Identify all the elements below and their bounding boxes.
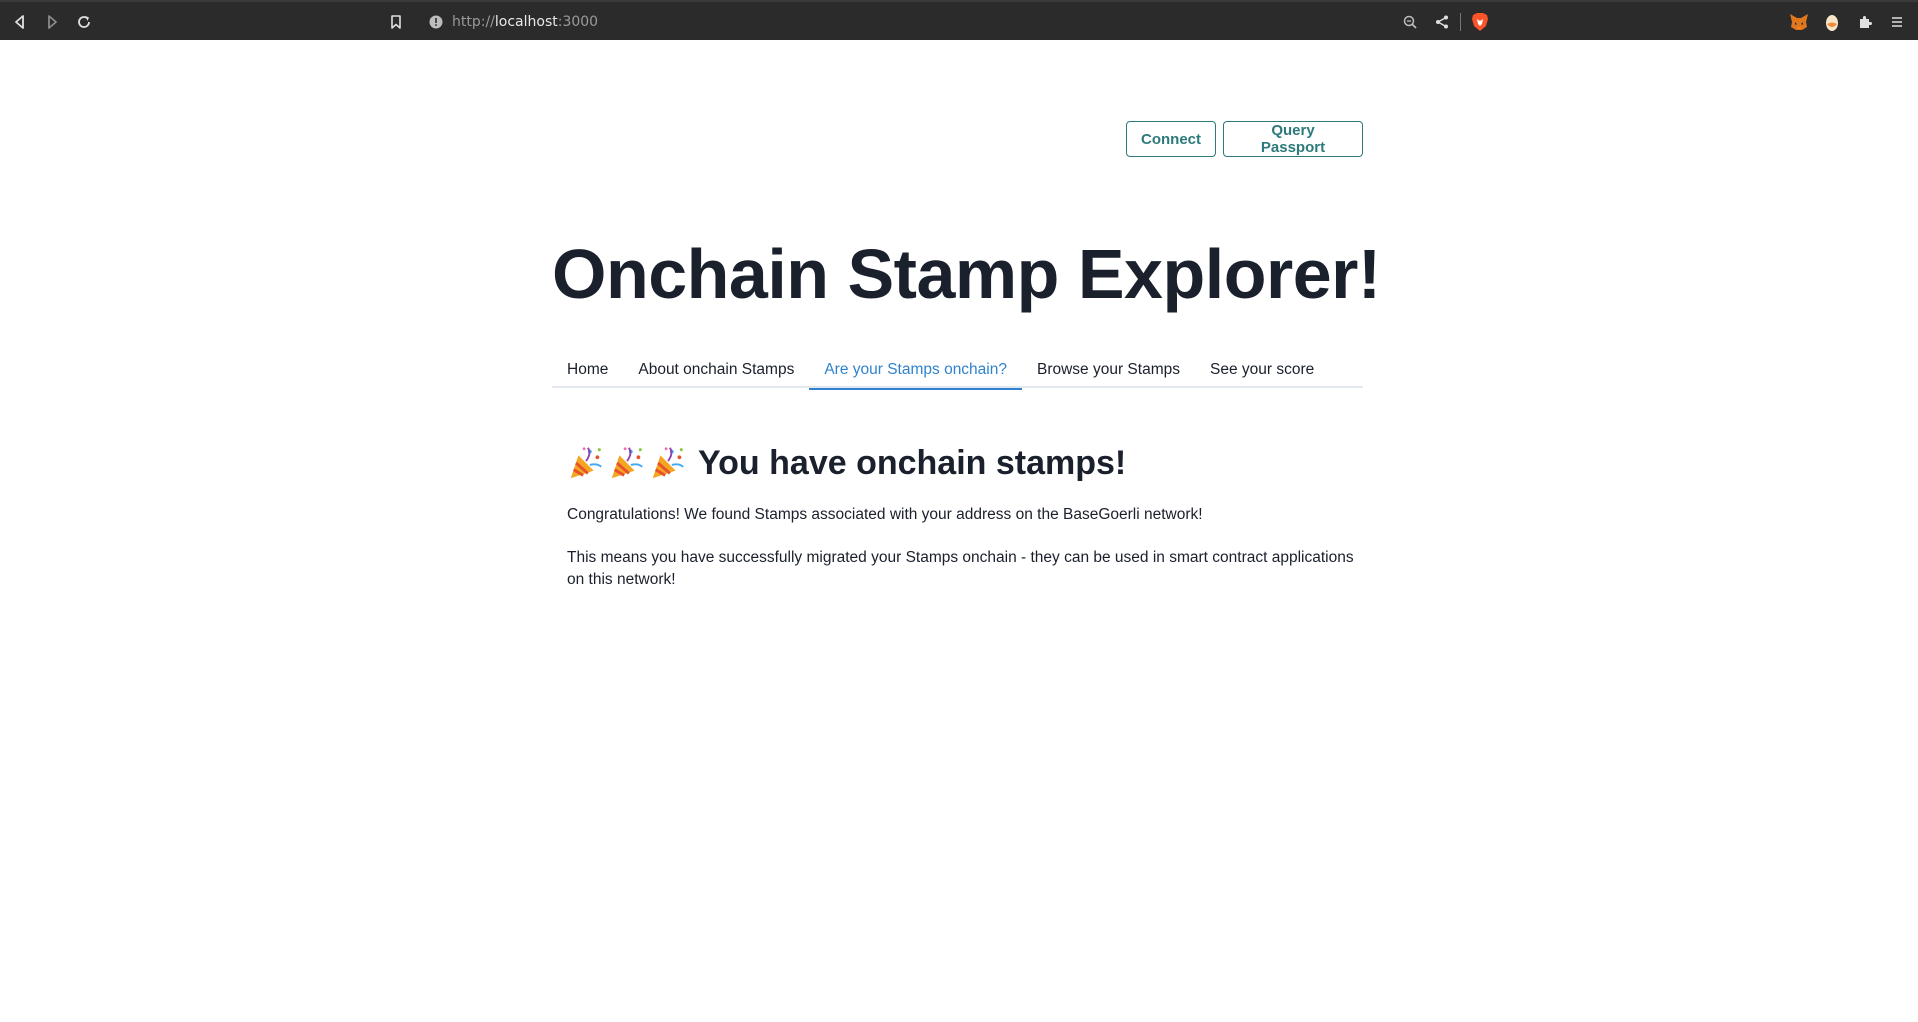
party-popper-icon [570,447,602,479]
address-bar[interactable]: http://localhost:3000 [452,11,598,33]
party-popper-icon [652,447,684,479]
toolbar-divider [1460,13,1461,31]
query-passport-button[interactable]: Query Passport [1223,121,1363,157]
extensions-puzzle-icon[interactable] [1853,10,1877,34]
share-icon[interactable] [1430,10,1454,34]
success-heading-text: You have onchain stamps! [698,444,1127,482]
tab-list: Home About onchain Stamps Are your Stamp… [552,352,1363,390]
tab-home[interactable]: Home [552,352,623,388]
party-popper-icon [611,447,643,479]
url-scheme: http:// [452,14,495,30]
tab-about-onchain-stamps[interactable]: About onchain Stamps [623,352,809,388]
url-port: :3000 [557,14,599,30]
party-emojis [567,444,690,482]
tab-panel: You have onchain stamps! Congratulations… [567,440,1357,591]
migration-info-text: This means you have successfully migrate… [567,549,1354,588]
reload-icon[interactable] [72,10,96,34]
page-title: Onchain Stamp Explorer! [552,235,1381,313]
site-info-icon[interactable] [424,10,448,34]
back-icon[interactable] [8,10,32,34]
success-heading: You have onchain stamps! [567,440,1357,486]
metamask-icon[interactable] [1788,12,1810,32]
menu-icon[interactable] [1885,10,1909,34]
url-host: localhost [494,14,558,30]
extension-egg-icon[interactable] [1822,11,1842,33]
tab-browse-your-stamps[interactable]: Browse your Stamps [1022,352,1195,388]
tab-see-your-score[interactable]: See your score [1195,352,1329,388]
bookmark-icon[interactable] [384,10,408,34]
congratulations-text: Congratulations! We found Stamps associa… [567,506,1203,523]
tab-are-your-stamps-onchain[interactable]: Are your Stamps onchain? [809,352,1022,390]
forward-icon[interactable] [40,10,64,34]
browser-toolbar: http://localhost:3000 [0,0,1918,40]
connect-button[interactable]: Connect [1126,121,1216,157]
zoom-icon[interactable] [1398,10,1422,34]
brave-shields-icon[interactable] [1469,11,1491,33]
